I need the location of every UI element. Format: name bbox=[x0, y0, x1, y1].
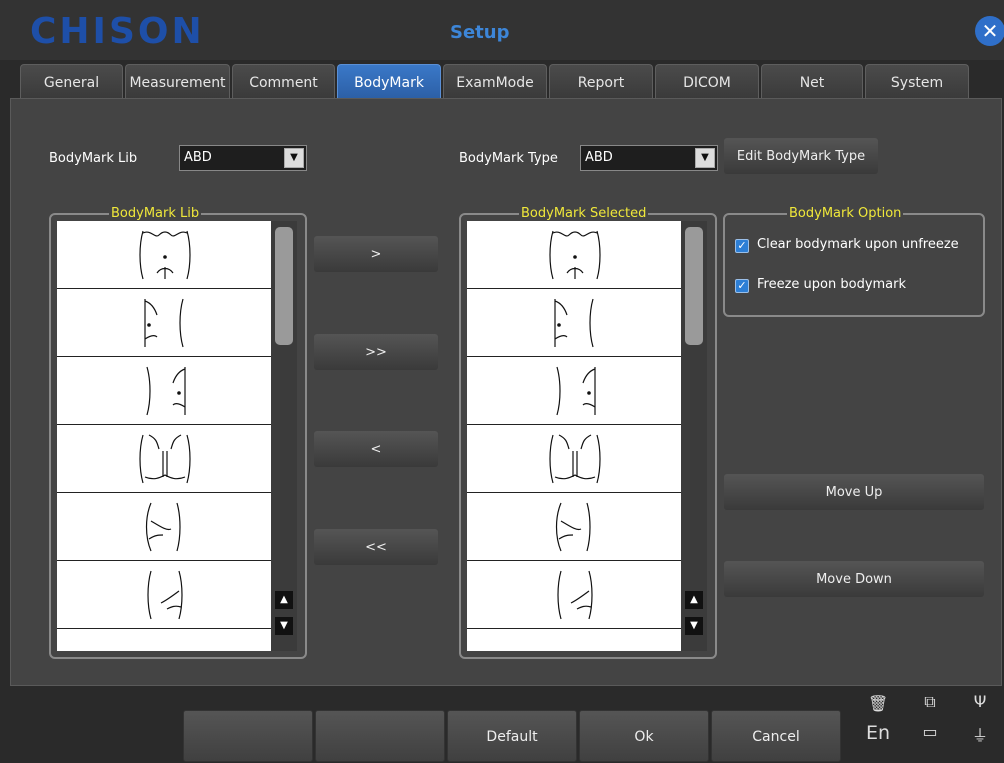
tab-system[interactable]: System bbox=[865, 64, 969, 99]
scroll-down-icon[interactable]: ▼ bbox=[685, 617, 703, 635]
bodymark-option-group: BodyMark Option ✓ Clear bodymark upon un… bbox=[723, 206, 985, 317]
scrollbar[interactable]: ▲ ▼ bbox=[681, 221, 707, 651]
scroll-thumb[interactable] bbox=[685, 227, 703, 345]
monitor-icon: ▭ bbox=[922, 722, 938, 741]
bodymark-selected-group: BodyMark Selected ▲ ▼ bbox=[459, 206, 717, 659]
tab-measurement[interactable]: Measurement bbox=[125, 64, 230, 99]
list-item[interactable] bbox=[57, 425, 271, 493]
bodymark-abd-left-icon bbox=[556, 366, 596, 416]
list-item[interactable] bbox=[467, 289, 681, 357]
scroll-thumb[interactable] bbox=[275, 227, 293, 345]
bodymark-option-group-title: BodyMark Option bbox=[787, 206, 904, 222]
bodymark-type-select[interactable]: ABD ▼ bbox=[580, 145, 718, 171]
bodymark-selected-group-title: BodyMark Selected bbox=[519, 206, 649, 222]
list-item[interactable] bbox=[57, 221, 271, 289]
bodymark-abd-upper-icon bbox=[549, 230, 601, 280]
chevron-down-icon[interactable]: ▼ bbox=[695, 148, 715, 168]
tab-net[interactable]: Net bbox=[761, 64, 863, 99]
recycle-bin-icon: 🗑 bbox=[868, 694, 889, 713]
language-indicator: En bbox=[865, 722, 891, 744]
bodymark-lib-list[interactable]: ▲ ▼ bbox=[57, 221, 297, 651]
close-icon[interactable]: ✕ bbox=[975, 16, 1004, 46]
bodymark-lib-value: ABD bbox=[184, 150, 212, 165]
network-icon: ⧉ bbox=[924, 692, 936, 711]
default-button[interactable]: Default bbox=[447, 710, 577, 762]
scroll-down-icon[interactable]: ▼ bbox=[275, 617, 293, 635]
bodymark-abd-lateral-icon bbox=[147, 570, 183, 620]
tab-report[interactable]: Report bbox=[549, 64, 653, 99]
tab-exammode[interactable]: ExamMode bbox=[443, 64, 547, 99]
bodymark-lib-group-title: BodyMark Lib bbox=[109, 206, 202, 222]
move-down-button[interactable]: Move Down bbox=[723, 560, 985, 598]
bodymark-abd-right-icon bbox=[554, 298, 594, 348]
list-item[interactable] bbox=[57, 289, 271, 357]
remove-button[interactable]: < bbox=[313, 430, 439, 468]
freeze-bodymark-label: Freeze upon bodymark bbox=[757, 277, 907, 292]
cancel-button[interactable]: Cancel bbox=[711, 710, 841, 762]
list-item[interactable] bbox=[467, 561, 681, 629]
list-item[interactable] bbox=[467, 493, 681, 561]
bodymark-type-value: ABD bbox=[585, 150, 613, 165]
tab-comment[interactable]: Comment bbox=[232, 64, 335, 99]
add-button[interactable]: > bbox=[313, 235, 439, 273]
list-item[interactable] bbox=[57, 561, 271, 629]
bodymark-abd-full-icon bbox=[549, 434, 601, 484]
bodymark-lib-label: BodyMark Lib bbox=[49, 151, 138, 166]
scroll-up-icon[interactable]: ▲ bbox=[685, 591, 703, 609]
checkbox-clear-bodymark[interactable]: ✓ bbox=[735, 239, 749, 253]
list-item[interactable] bbox=[57, 357, 271, 425]
bodymark-abd-left-icon bbox=[146, 366, 186, 416]
footer-blank-button-1[interactable] bbox=[183, 710, 313, 762]
window-title: Setup bbox=[450, 22, 510, 43]
title-bar: CHISON Setup ✕ bbox=[0, 0, 1004, 60]
bodymark-abd-full-icon bbox=[139, 434, 191, 484]
add-all-button[interactable]: >> bbox=[313, 333, 439, 371]
tab-bodymark[interactable]: BodyMark bbox=[337, 64, 441, 99]
list-item[interactable] bbox=[467, 425, 681, 493]
tab-dicom[interactable]: DICOM bbox=[655, 64, 759, 99]
bodymark-abd-side-icon bbox=[145, 502, 181, 552]
clear-bodymark-label: Clear bodymark upon unfreeze bbox=[757, 237, 959, 252]
edit-bodymark-type-button[interactable]: Edit BodyMark Type bbox=[723, 137, 879, 175]
bodymark-abd-upper-icon bbox=[139, 230, 191, 280]
chevron-down-icon[interactable]: ▼ bbox=[284, 148, 304, 168]
tab-bar: General Measurement Comment BodyMark Exa… bbox=[0, 60, 1004, 100]
list-item[interactable] bbox=[467, 221, 681, 289]
bodymark-lib-select[interactable]: ABD ▼ bbox=[179, 145, 307, 171]
checkbox-freeze-bodymark[interactable]: ✓ bbox=[735, 279, 749, 293]
list-item[interactable] bbox=[57, 493, 271, 561]
bodymark-panel: BodyMark Lib ABD ▼ BodyMark Type ABD ▼ E… bbox=[10, 98, 1002, 686]
scrollbar[interactable]: ▲ ▼ bbox=[271, 221, 297, 651]
tab-general[interactable]: General bbox=[20, 64, 123, 99]
usb-icon: Ψ bbox=[973, 692, 987, 711]
bodymark-selected-list[interactable]: ▲ ▼ bbox=[467, 221, 707, 651]
footer-bar: Default Ok Cancel 🗑 ⧉ Ψ En ▭ ⏚ bbox=[0, 686, 1004, 762]
list-item[interactable] bbox=[57, 629, 271, 651]
bodymark-abd-side-icon bbox=[555, 502, 591, 552]
bodymark-type-label: BodyMark Type bbox=[459, 151, 558, 166]
bodymark-lib-group: BodyMark Lib ▲ ▼ bbox=[49, 206, 307, 659]
list-item[interactable] bbox=[467, 357, 681, 425]
chison-logo: CHISON bbox=[30, 11, 205, 52]
move-up-button[interactable]: Move Up bbox=[723, 473, 985, 511]
bodymark-abd-lateral-icon bbox=[557, 570, 593, 620]
scroll-up-icon[interactable]: ▲ bbox=[275, 591, 293, 609]
footer-blank-button-2[interactable] bbox=[315, 710, 445, 762]
power-plug-icon: ⏚ bbox=[971, 726, 988, 745]
list-item[interactable] bbox=[467, 629, 681, 651]
ok-button[interactable]: Ok bbox=[579, 710, 709, 762]
bodymark-abd-right-icon bbox=[144, 298, 184, 348]
remove-all-button[interactable]: << bbox=[313, 528, 439, 566]
